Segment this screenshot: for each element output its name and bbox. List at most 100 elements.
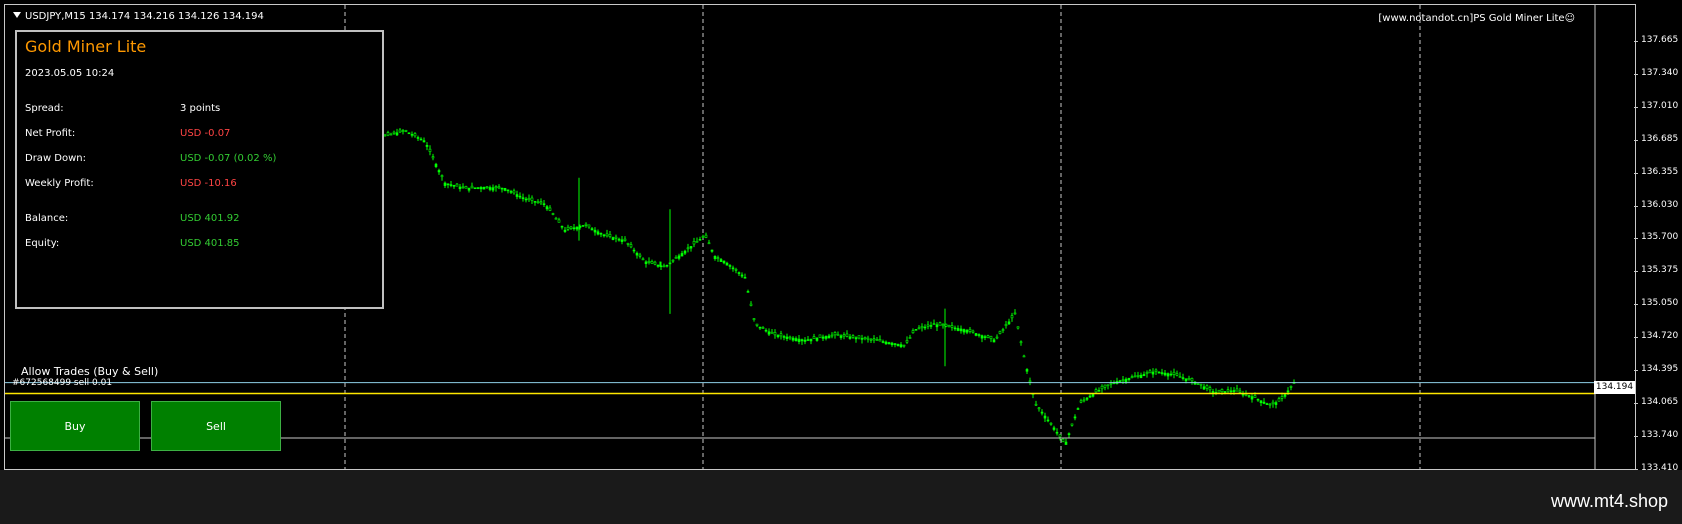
- candle-body: [491, 187, 495, 191]
- candle-body: [407, 132, 411, 135]
- candle-body: [821, 336, 825, 339]
- candle-body: [572, 227, 576, 230]
- candle-body: [731, 267, 735, 270]
- candle-body: [911, 330, 915, 334]
- y-tick-mark: [1634, 402, 1638, 404]
- candle-body: [1085, 397, 1089, 400]
- candle-body: [890, 342, 894, 346]
- candle-body: [614, 236, 618, 239]
- current-price-tag: 134.194: [1594, 381, 1635, 394]
- candle-body: [656, 264, 660, 267]
- candle-body: [1034, 403, 1038, 406]
- symbol-quote: USDJPY,M15 134.174 134.216 134.126 134.1…: [25, 11, 264, 22]
- y-tick-mark: [1634, 271, 1638, 273]
- candle-body: [446, 183, 450, 186]
- candle-body: [1160, 372, 1164, 374]
- candle-body: [452, 185, 456, 187]
- candle-body: [779, 333, 783, 337]
- candle-body: [1133, 375, 1137, 378]
- candle-body: [512, 190, 516, 194]
- candle-body: [758, 326, 762, 329]
- candle-body: [899, 344, 903, 348]
- candle-body: [632, 249, 636, 252]
- candle-body: [956, 328, 960, 331]
- y-tick-mark: [1634, 304, 1638, 306]
- candle-body: [560, 225, 564, 228]
- candle-body: [497, 186, 501, 189]
- candle-body: [386, 132, 390, 136]
- panel-title: Gold Miner Lite: [25, 37, 147, 56]
- y-tick-mark: [1634, 73, 1638, 75]
- candle-body: [551, 213, 555, 215]
- candle-body: [1178, 376, 1182, 378]
- sell-button[interactable]: Sell: [151, 401, 281, 451]
- candle-body: [476, 187, 480, 189]
- candle-body: [1001, 329, 1005, 331]
- candle-body: [701, 235, 705, 238]
- candle-body: [1163, 372, 1167, 376]
- candle-body: [698, 239, 702, 241]
- candle-body: [1268, 403, 1272, 406]
- candle-body: [1220, 389, 1224, 393]
- candle-body: [389, 133, 393, 136]
- candle-body: [1109, 382, 1113, 385]
- candle-body: [1262, 401, 1266, 404]
- candle-body: [839, 335, 843, 338]
- candle-body: [1238, 390, 1242, 393]
- footer-bar: www.mt4.shop: [0, 470, 1682, 524]
- candle-body: [437, 170, 441, 173]
- candle-body: [884, 341, 888, 345]
- net-profit-value: USD -0.07: [180, 128, 231, 139]
- buy-button[interactable]: Buy: [10, 401, 140, 451]
- candle-body: [554, 217, 558, 220]
- candle-body: [971, 330, 975, 333]
- candle-body: [1004, 324, 1008, 327]
- candle-body: [581, 225, 585, 227]
- candle-body: [1286, 390, 1290, 393]
- candle-body: [812, 336, 816, 339]
- candle-body: [1244, 393, 1248, 396]
- candle-body: [482, 186, 486, 190]
- candle-body: [1052, 427, 1056, 430]
- candle-body: [980, 335, 984, 339]
- candle-body: [797, 338, 801, 342]
- candle-body: [935, 324, 939, 328]
- candle-body: [662, 265, 666, 268]
- candle-body: [851, 335, 855, 338]
- candle-body: [968, 328, 972, 332]
- panel-datetime: 2023.05.05 10:24: [25, 68, 115, 79]
- candle-body: [1088, 395, 1092, 398]
- candle-body: [473, 187, 477, 190]
- candle-body: [611, 237, 615, 240]
- candle-body: [1256, 398, 1260, 401]
- candle-body: [665, 264, 669, 267]
- y-tick-label: 135.050: [1641, 298, 1679, 309]
- chart-window[interactable]: USDJPY,M15 134.174 134.216 134.126 134.1…: [4, 4, 1636, 470]
- candle-body: [923, 326, 927, 329]
- equity-value: USD 401.85: [180, 238, 240, 249]
- candle-body: [563, 229, 567, 232]
- candle-body: [1190, 378, 1194, 382]
- candle-body: [1025, 369, 1029, 372]
- candle-body: [1067, 433, 1071, 435]
- candle-body: [908, 337, 912, 339]
- candle-body: [950, 325, 954, 328]
- candle-body: [1139, 374, 1143, 378]
- candle-body: [710, 249, 714, 252]
- candle-body: [485, 186, 489, 188]
- y-tick-label: 135.700: [1641, 232, 1679, 243]
- candle-body: [1187, 378, 1191, 381]
- y-tick-mark: [1634, 337, 1638, 339]
- candle-body: [1058, 434, 1062, 438]
- candle-body: [566, 226, 570, 230]
- candle-body: [953, 327, 957, 330]
- candle-body: [413, 133, 417, 137]
- candle-body: [458, 186, 462, 190]
- dropdown-triangle-icon[interactable]: [13, 12, 21, 18]
- candle-body: [383, 134, 387, 137]
- candle-body: [536, 201, 540, 204]
- candle-body: [1235, 388, 1239, 392]
- candle-body: [767, 331, 771, 335]
- candle-body: [1145, 372, 1149, 374]
- candle-body: [740, 274, 744, 277]
